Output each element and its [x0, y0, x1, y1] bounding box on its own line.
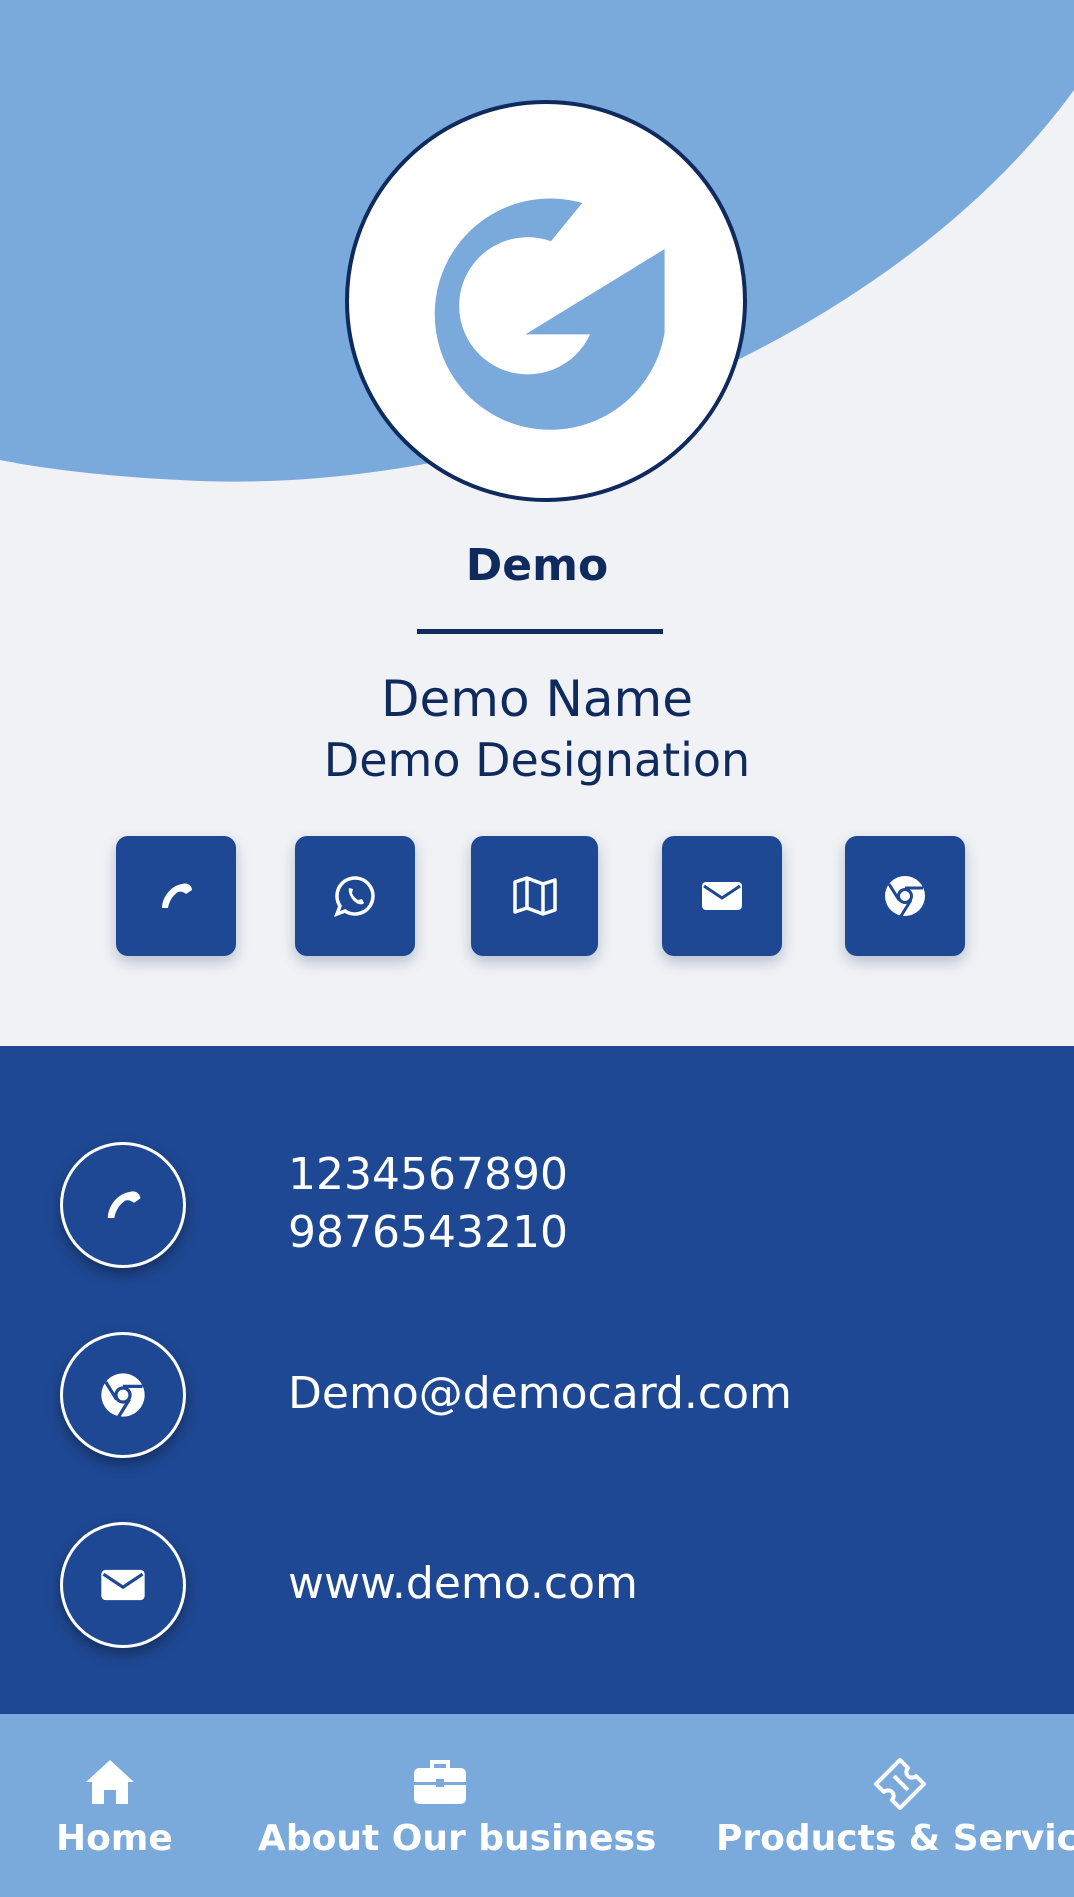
- phone-icon: [162, 883, 192, 908]
- g-logo-icon: [434, 198, 665, 430]
- company-name: Demo: [465, 540, 609, 591]
- contact-chrome-icon-button[interactable]: [60, 1332, 186, 1458]
- chrome-icon: [101, 1373, 145, 1418]
- website-url[interactable]: www.demo.com: [288, 1555, 638, 1613]
- mail-icon: [101, 1569, 145, 1601]
- phone-number-2[interactable]: 9876543210: [288, 1204, 568, 1262]
- contact-mail-icon-button[interactable]: [60, 1522, 186, 1648]
- phone-number-1[interactable]: 1234567890: [288, 1146, 568, 1204]
- nav-item-about[interactable]: About Our business: [240, 1714, 656, 1897]
- company-logo: [345, 100, 747, 502]
- title-divider: [417, 629, 663, 634]
- nav-item-products[interactable]: Products & Services: [700, 1714, 1074, 1897]
- contact-section: 1234567890 9876543210 Demo@democard.com …: [0, 1046, 1074, 1714]
- email-button[interactable]: [662, 836, 782, 956]
- contact-phone-icon-button[interactable]: [60, 1142, 186, 1268]
- home-icon: [86, 1760, 134, 1804]
- map-button[interactable]: [471, 836, 598, 956]
- briefcase-icon: [414, 1760, 466, 1804]
- nav-label-home: Home: [56, 1818, 173, 1859]
- phone-icon: [107, 1191, 141, 1218]
- quick-actions: [0, 836, 1074, 956]
- website-button[interactable]: [845, 836, 965, 956]
- hero-section: Demo Demo Name Demo Designation: [0, 0, 1074, 1046]
- person-designation: Demo Designation: [323, 733, 751, 787]
- bottom-nav: Home About Our business Products & Servi…: [0, 1714, 1074, 1897]
- chrome-icon: [885, 876, 925, 917]
- mail-icon: [702, 882, 742, 910]
- nav-label-about: About Our business: [258, 1818, 657, 1859]
- nav-label-products: Products & Services: [716, 1818, 1074, 1859]
- nav-item-home[interactable]: Home: [0, 1714, 220, 1897]
- call-button[interactable]: [116, 836, 236, 956]
- ticket-icon: [874, 1758, 926, 1810]
- whatsapp-icon: [334, 876, 375, 917]
- map-icon: [512, 876, 557, 916]
- email-address[interactable]: Demo@democard.com: [288, 1365, 792, 1423]
- person-name: Demo Name: [381, 670, 693, 728]
- whatsapp-button[interactable]: [295, 836, 415, 956]
